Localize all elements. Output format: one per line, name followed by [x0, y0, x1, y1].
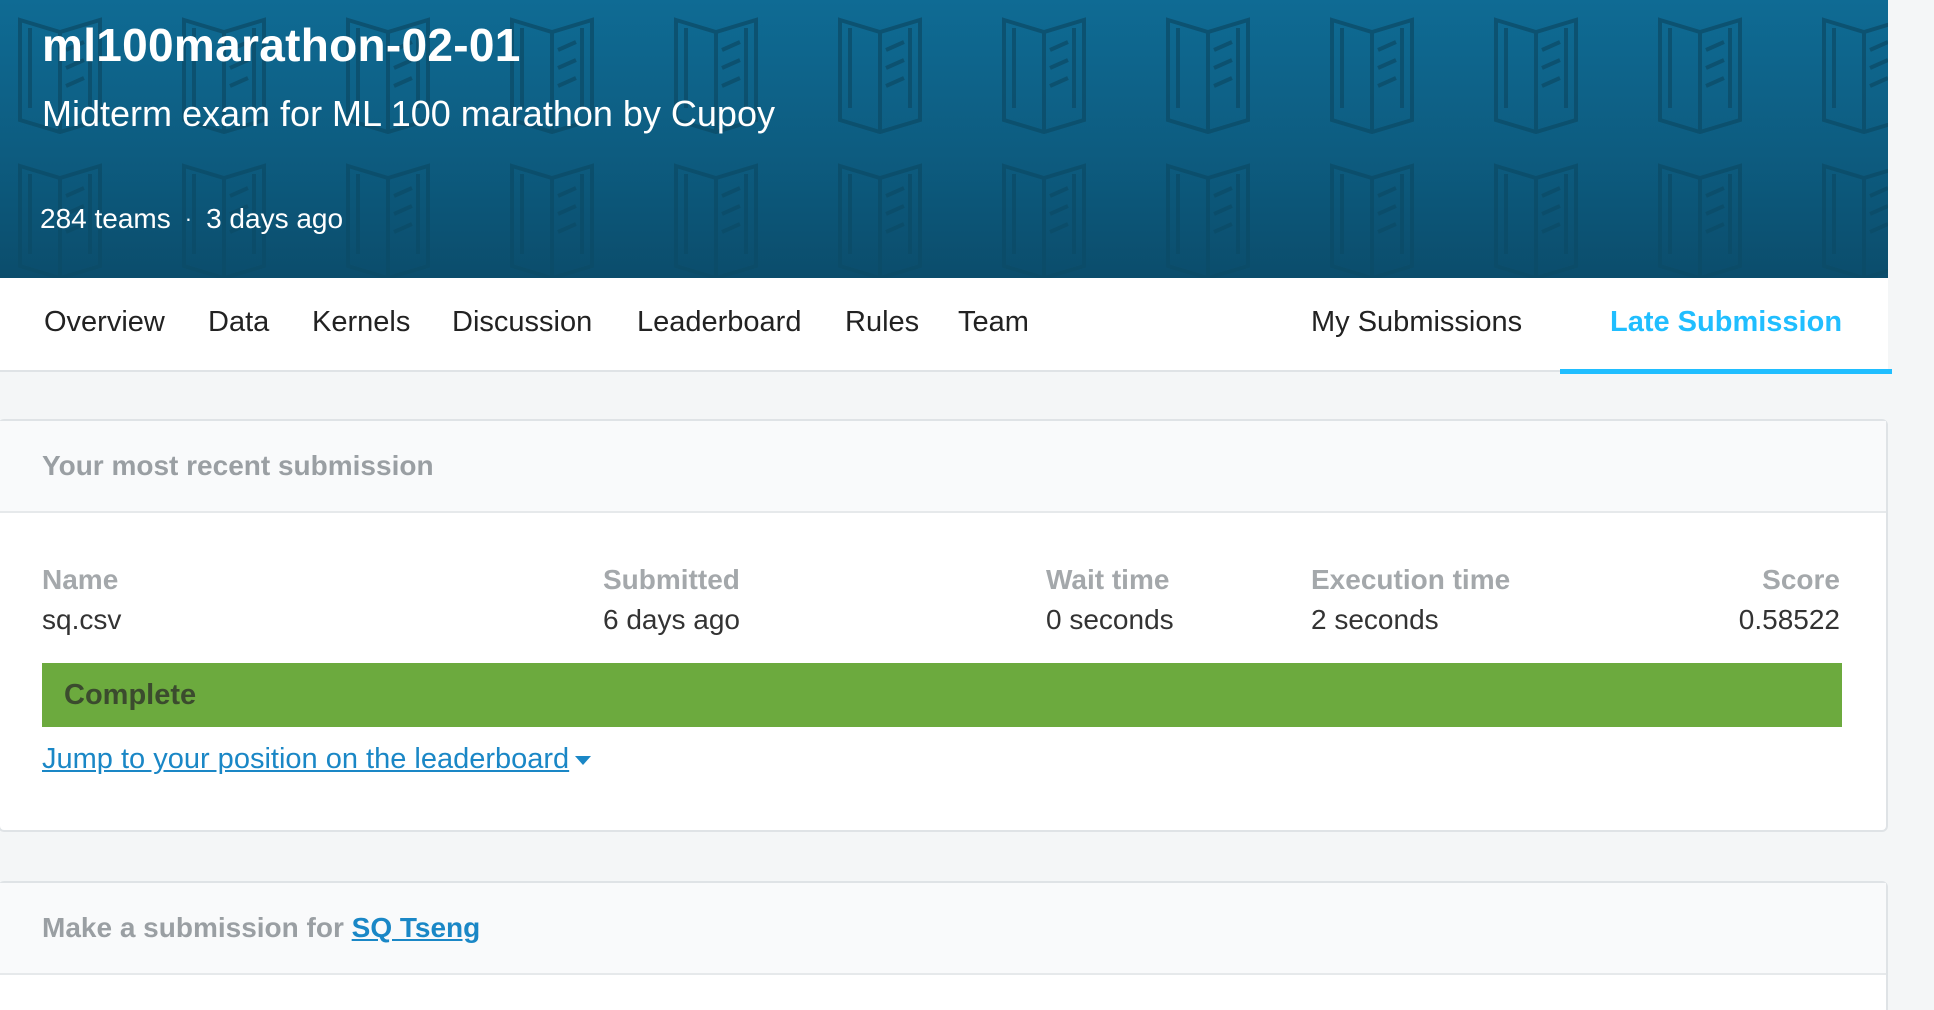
wait-time-value: 0 seconds [1046, 604, 1174, 635]
tab-late-submission[interactable]: Late Submission [1559, 278, 1893, 374]
team-name-link[interactable]: SQ Tseng [352, 912, 481, 943]
meta-separator: · [184, 206, 193, 231]
tab-rules[interactable]: Rules [845, 278, 919, 372]
status-complete-bar: Complete [42, 663, 1842, 727]
submitted-column-label: Submitted [603, 564, 740, 595]
competition-age: 3 days ago [206, 203, 344, 234]
submitted-value: 6 days ago [603, 604, 740, 635]
page: ml100marathon-02-01 Midterm exam for ML … [0, 0, 1893, 1010]
name-column-label: Name [42, 564, 119, 595]
competition-banner: ml100marathon-02-01 Midterm exam for ML … [0, 0, 1888, 278]
competition-subtitle: Midterm exam for ML 100 marathon by Cupo… [42, 93, 775, 134]
recent-submission-heading: Your most recent submission [0, 421, 1886, 513]
score-value: 0.58522 [1738, 604, 1840, 635]
make-submission-prefix: Make a submission for [42, 912, 344, 943]
recent-submission-card: Your most recent submission Name sq.csv … [0, 419, 1888, 832]
tab-leaderboard[interactable]: Leaderboard [637, 278, 801, 372]
jump-link-label: Jump to your position on the leaderboard [42, 743, 570, 775]
make-submission-card: Make a submission for SQ Tseng [0, 881, 1888, 1010]
execution-time-value: 2 seconds [1311, 604, 1439, 635]
execution-time-column-label: Execution time [1311, 564, 1511, 595]
caret-down-icon [575, 755, 592, 765]
wait-time-column-label: Wait time [1046, 564, 1170, 595]
jump-to-leaderboard-link[interactable]: Jump to your position on the leaderboard [42, 743, 592, 776]
competition-title: ml100marathon-02-01 [42, 19, 521, 71]
tab-kernels[interactable]: Kernels [312, 278, 410, 372]
tab-data[interactable]: Data [208, 278, 269, 372]
tab-team[interactable]: Team [958, 278, 1029, 372]
submission-file-name: sq.csv [42, 604, 122, 635]
competition-meta: 284 teams · 3 days ago [40, 203, 343, 235]
competition-tabs: Overview Data Kernels Discussion Leaderb… [0, 278, 1893, 374]
make-submission-heading: Make a submission for SQ Tseng [0, 883, 1886, 975]
score-column-label: Score [1762, 564, 1840, 595]
tab-my-submissions[interactable]: My Submissions [1311, 278, 1522, 372]
team-count: 284 teams [40, 203, 171, 234]
tab-discussion[interactable]: Discussion [452, 278, 592, 372]
tab-overview[interactable]: Overview [44, 278, 165, 372]
